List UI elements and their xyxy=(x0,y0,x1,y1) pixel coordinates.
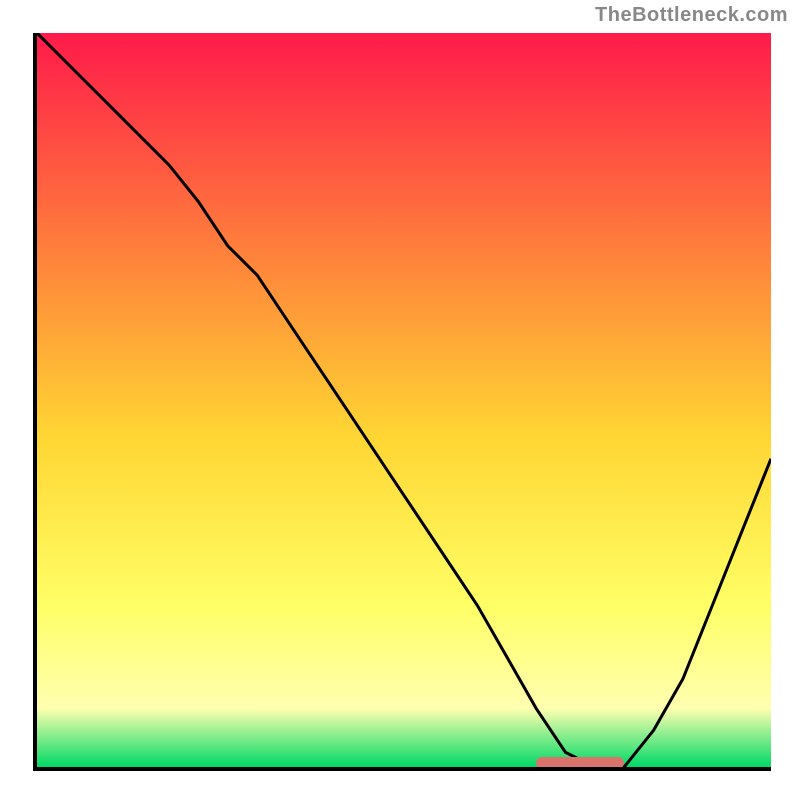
chart-curve xyxy=(37,33,771,767)
minimum-marker xyxy=(536,757,624,769)
watermark-text: TheBottleneck.com xyxy=(595,4,788,27)
bottleneck-curve-path xyxy=(37,33,771,767)
plot-area xyxy=(33,33,771,771)
